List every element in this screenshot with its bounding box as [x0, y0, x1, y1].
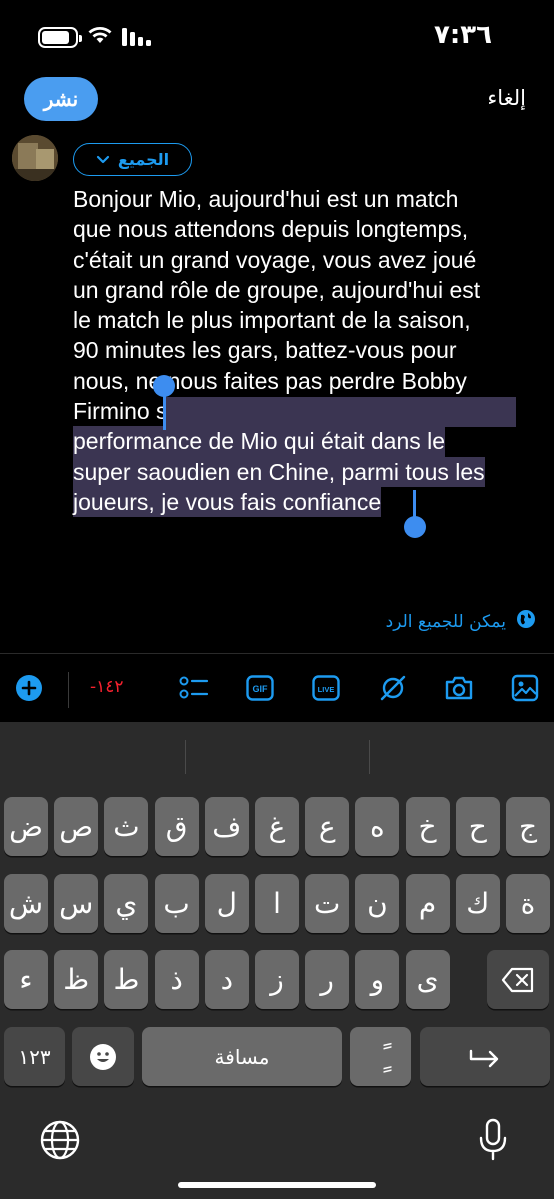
- letter-key[interactable]: ء: [4, 950, 48, 1009]
- letter-key[interactable]: ك: [455, 874, 500, 933]
- text-line-selected: joueurs, je vous fais confiance: [73, 486, 382, 518]
- live-icon[interactable]: LIVE: [312, 664, 340, 712]
- letter-key[interactable]: ل: [204, 874, 249, 933]
- chevron-down-icon: [96, 150, 110, 169]
- keyboard: ضصثقفغعهخحج شسيبلاتنمكة ءظطذدزروى ١٢٣ مساف…: [0, 722, 554, 1199]
- delete-key[interactable]: [487, 950, 549, 1009]
- letter-key[interactable]: ت: [305, 874, 350, 933]
- add-thread-icon[interactable]: [14, 664, 44, 712]
- globe-icon: [516, 609, 536, 634]
- status-bar: ٧:٣٦: [0, 0, 554, 72]
- reply-setting-label: يمكن للجميع الرد: [385, 611, 506, 632]
- text-line-selected: performance de Mio qui était dans le: [73, 426, 446, 457]
- suggestion-separator: [369, 740, 370, 774]
- tweet-text-area[interactable]: Bonjour Mio, aujourd'hui est un match qu…: [73, 184, 543, 518]
- letter-key[interactable]: ق: [154, 797, 199, 856]
- emoji-icon: [90, 1043, 116, 1070]
- letter-key[interactable]: ج: [506, 797, 550, 856]
- gif-icon[interactable]: GIF: [246, 664, 274, 712]
- letter-key[interactable]: ة: [506, 874, 550, 933]
- letter-key[interactable]: ز: [255, 950, 299, 1009]
- letter-key[interactable]: ه: [355, 797, 400, 856]
- poll-icon[interactable]: [178, 664, 210, 712]
- toolbar-separator: [68, 672, 69, 708]
- letter-key[interactable]: و: [355, 950, 400, 1009]
- svg-text:LIVE: LIVE: [318, 685, 335, 694]
- letter-key[interactable]: ط: [104, 950, 149, 1009]
- text-line: un grand rôle de groupe, aujourd'hui est: [73, 276, 481, 303]
- space-key[interactable]: مسافة: [142, 1027, 342, 1086]
- signal-icon: [122, 28, 151, 46]
- text-line: le match le plus important de la saison,: [73, 307, 471, 334]
- return-icon: [469, 1049, 499, 1067]
- letter-key[interactable]: ع: [305, 797, 350, 856]
- text-line: c'était un grand voyage, vous avez joué: [73, 246, 477, 273]
- selection-end-knob[interactable]: [404, 516, 426, 538]
- letter-key[interactable]: ن: [355, 874, 400, 933]
- globe-key[interactable]: [40, 1120, 80, 1160]
- text-line: que nous attendons depuis longtemps,: [73, 216, 469, 243]
- letter-key[interactable]: ر: [305, 950, 350, 1009]
- svg-text:GIF: GIF: [253, 684, 269, 694]
- audience-selector[interactable]: الجميع: [73, 143, 192, 176]
- globe-icon: [40, 1120, 80, 1160]
- backspace-icon: [501, 967, 534, 992]
- letter-key[interactable]: ض: [4, 797, 48, 856]
- microphone-icon: [479, 1118, 507, 1161]
- audience-label: الجميع: [117, 150, 170, 169]
- letter-key[interactable]: ب: [154, 874, 199, 933]
- status-time: ٧:٣٦: [433, 20, 492, 50]
- cancel-button[interactable]: إلغاء: [487, 86, 526, 110]
- selection-highlight: [164, 397, 516, 427]
- letter-key[interactable]: ى: [405, 950, 450, 1009]
- text-line: Bonjour Mio, aujourd'hui est un match: [73, 186, 459, 212]
- letter-key[interactable]: خ: [405, 797, 450, 856]
- letter-key[interactable]: ح: [455, 797, 500, 856]
- location-icon[interactable]: [378, 664, 408, 712]
- letter-key[interactable]: م: [405, 874, 450, 933]
- text-line: 90 minutes les gars, battez-vous pour: [73, 337, 457, 364]
- image-icon[interactable]: [510, 664, 540, 712]
- emoji-key[interactable]: [72, 1027, 134, 1086]
- battery-icon: [38, 27, 82, 48]
- divider: [0, 653, 554, 654]
- letter-key[interactable]: د: [204, 950, 249, 1009]
- letter-key[interactable]: ا: [255, 874, 299, 933]
- numbers-key[interactable]: ١٢٣: [4, 1027, 65, 1086]
- wifi-icon: [88, 27, 112, 43]
- camera-icon[interactable]: [444, 664, 474, 712]
- avatar[interactable]: [12, 135, 58, 181]
- selection-start-knob[interactable]: [153, 375, 175, 397]
- compose-toolbar: GIF LIVE: [0, 664, 554, 712]
- letter-key[interactable]: ف: [204, 797, 249, 856]
- letter-key[interactable]: ظ: [54, 950, 99, 1009]
- letter-key[interactable]: ث: [104, 797, 149, 856]
- text-line-selected: super saoudien en Chine, parmi tous les: [73, 456, 485, 487]
- letter-key[interactable]: ي: [104, 874, 149, 933]
- return-key[interactable]: [420, 1027, 550, 1086]
- text-line: nous, ne nous faites pas perdre Bobby: [73, 367, 467, 394]
- letter-key[interactable]: س: [54, 874, 99, 933]
- char-remaining: -١٤٢: [90, 677, 124, 697]
- letter-key[interactable]: ص: [54, 797, 99, 856]
- reply-setting[interactable]: يمكن للجميع الرد: [386, 609, 536, 634]
- suggestion-separator: [185, 740, 186, 774]
- letter-key[interactable]: ذ: [154, 950, 199, 1009]
- dictation-key[interactable]: [478, 1118, 508, 1162]
- letter-key[interactable]: ش: [4, 874, 48, 933]
- diacritic-key[interactable]: ًٍ: [350, 1027, 411, 1086]
- home-indicator: [178, 1182, 376, 1188]
- letter-key[interactable]: غ: [255, 797, 299, 856]
- post-button[interactable]: نشر: [24, 77, 98, 121]
